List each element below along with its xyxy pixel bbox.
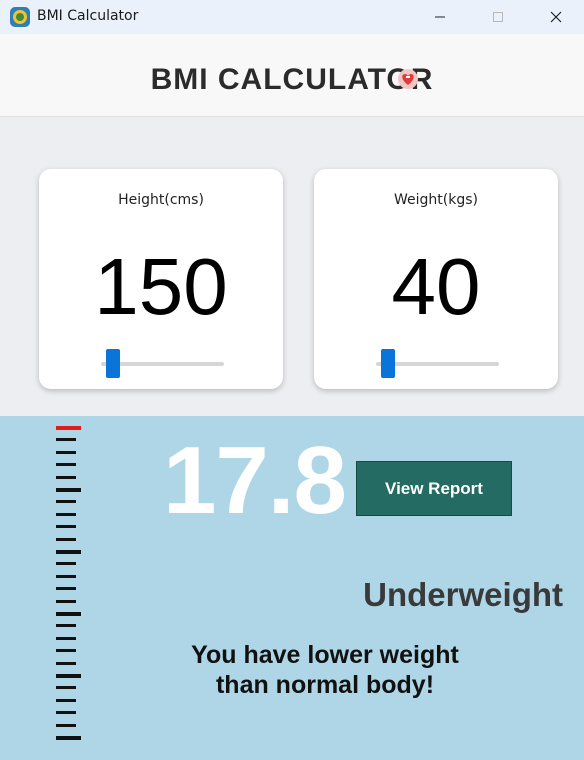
- scale-tick: [56, 525, 76, 529]
- scale-tick: [56, 488, 81, 492]
- scale-tick: [56, 674, 81, 678]
- scale-tick: [56, 574, 76, 578]
- scale-tick: [56, 661, 76, 665]
- view-report-button[interactable]: View Report: [356, 461, 512, 516]
- scale-tick: [56, 723, 76, 727]
- height-slider-thumb[interactable]: [106, 349, 121, 378]
- bmi-message: You have lower weight than normal body!: [160, 640, 490, 700]
- app-header: BMI CALCULATOR: [0, 34, 584, 117]
- scale-tick: [56, 711, 76, 715]
- bmi-message-line1: You have lower weight: [191, 641, 459, 669]
- window-title: BMI Calculator: [37, 8, 139, 24]
- scale-tick: [56, 686, 76, 690]
- scale-tick: [56, 475, 76, 479]
- close-button[interactable]: [528, 0, 584, 34]
- minimize-icon: [435, 16, 445, 18]
- bmi-value: 17.8: [163, 427, 347, 534]
- weight-value: 40: [391, 242, 481, 331]
- close-icon: [550, 11, 562, 23]
- weight-slider-thumb[interactable]: [381, 349, 396, 378]
- weight-card: Weight(kgs) 40: [314, 169, 558, 389]
- scale-tick: [56, 612, 81, 616]
- scale-tick: [56, 649, 76, 653]
- weight-label: Weight(kgs): [394, 192, 478, 208]
- height-slider[interactable]: [101, 349, 224, 378]
- scale-marker: [56, 426, 81, 430]
- height-card: Height(cms) 150: [39, 169, 283, 389]
- maximize-icon: [493, 12, 503, 22]
- scale-tick: [56, 736, 81, 740]
- bmi-app-icon: [10, 7, 30, 27]
- weight-slider[interactable]: [376, 349, 499, 378]
- scale-tick: [56, 438, 76, 442]
- scale-tick: [56, 636, 76, 640]
- scale-tick: [56, 587, 76, 591]
- page-title: BMI CALCULATOR: [150, 63, 434, 96]
- scale-tick: [56, 624, 76, 628]
- scale-tick: [56, 550, 81, 554]
- scale-tick: [56, 537, 76, 541]
- scale-tick: [56, 500, 76, 504]
- bmi-category: Underweight: [363, 576, 563, 613]
- scale-tick: [56, 463, 76, 467]
- window-titlebar: BMI Calculator: [0, 0, 584, 34]
- scale-tick: [56, 599, 76, 603]
- bmi-scale: [54, 426, 84, 742]
- minimize-button[interactable]: [412, 0, 468, 34]
- bmi-message-line2: than normal body!: [215, 671, 435, 699]
- scale-tick: [56, 698, 76, 702]
- height-value: 150: [94, 242, 228, 331]
- scale-tick: [56, 512, 76, 516]
- height-label: Height(cms): [118, 192, 204, 208]
- scale-tick: [56, 562, 76, 566]
- maximize-button[interactable]: [470, 0, 526, 34]
- heart-icon: [398, 69, 418, 89]
- scale-tick: [56, 450, 76, 454]
